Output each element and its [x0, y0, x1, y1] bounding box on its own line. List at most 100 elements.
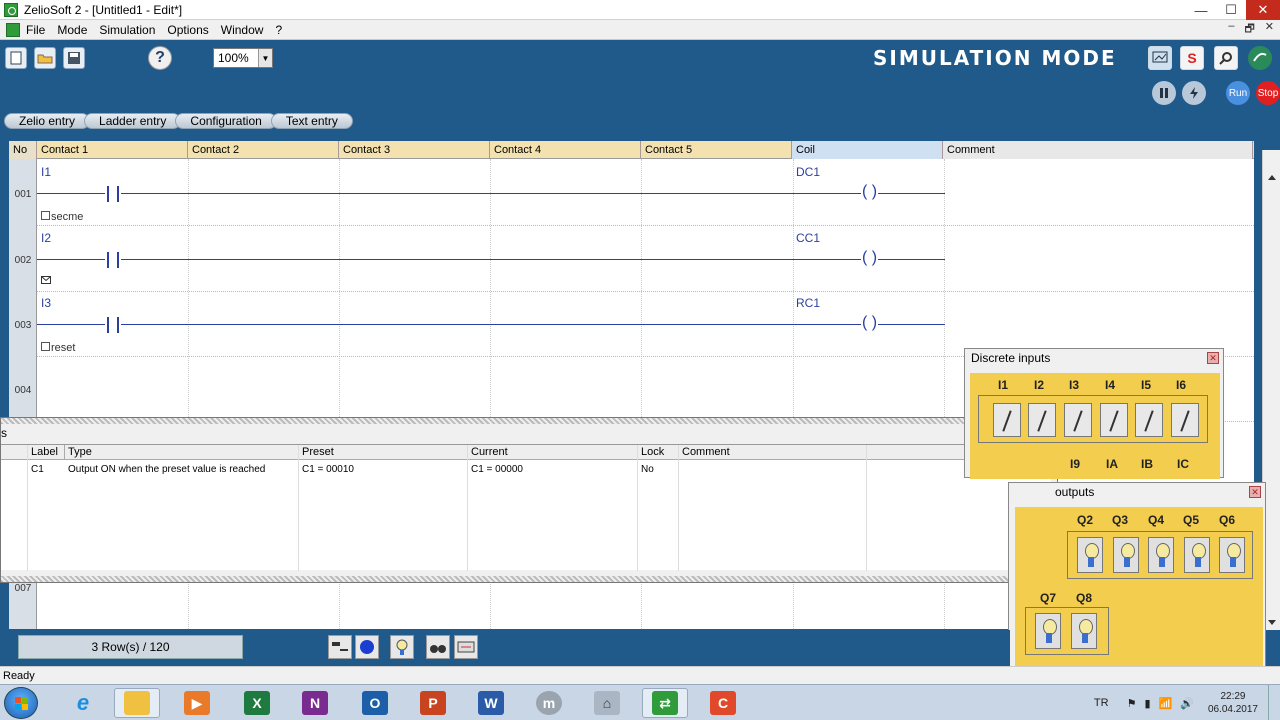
output-label-q3: Q3: [1112, 513, 1129, 527]
contact-symbol[interactable]: [105, 317, 121, 333]
app-c-icon[interactable]: C: [700, 688, 746, 718]
switch-icon[interactable]: [1135, 403, 1163, 437]
checkbox-icon[interactable]: [41, 342, 50, 351]
envelope-icon[interactable]: [41, 275, 51, 287]
output-label-q8: Q8: [1076, 591, 1093, 605]
close-icon[interactable]: ✕: [1207, 352, 1219, 364]
cell-lock[interactable]: No: [638, 462, 679, 477]
stop-button[interactable]: Stop: [1256, 81, 1280, 105]
menu-window[interactable]: Window: [221, 23, 264, 37]
tab-configuration[interactable]: Configuration: [175, 113, 277, 129]
column-divider: [467, 445, 468, 571]
status-text: Ready: [3, 669, 35, 682]
start-button[interactable]: [4, 687, 38, 719]
maximize-button[interactable]: ☐: [1216, 0, 1246, 20]
signal-icon[interactable]: 📶: [1159, 697, 1173, 710]
media-player-icon[interactable]: ▶: [174, 688, 220, 718]
contact-comment-text: secme: [51, 211, 84, 223]
network-icon[interactable]: ▮: [1144, 697, 1150, 710]
menu-simulation[interactable]: Simulation: [99, 23, 155, 37]
flag-icon[interactable]: ⚑: [1127, 697, 1137, 710]
coil-symbol[interactable]: ( ): [861, 183, 879, 201]
input-label-i2: I2: [1034, 378, 1045, 392]
clock[interactable]: 22:29 06.04.2017: [1208, 690, 1258, 716]
app-m-icon[interactable]: m: [526, 688, 572, 718]
menu-help[interactable]: ?: [275, 23, 282, 37]
record-icon[interactable]: [355, 635, 379, 659]
mdi-close-button[interactable]: ✕: [1265, 20, 1274, 39]
menu-file[interactable]: File: [26, 23, 45, 37]
document-icon: [6, 22, 20, 37]
input-label-i1: I1: [998, 378, 1009, 392]
language-indicator[interactable]: TR: [1094, 697, 1109, 709]
cell-type[interactable]: Output ON when the preset value is reach…: [65, 462, 299, 477]
cell-current[interactable]: C1 = 00000: [468, 462, 638, 477]
status-bar: Ready: [0, 666, 1280, 684]
input-label-ic: IC: [1177, 457, 1189, 471]
s-button[interactable]: S: [1180, 46, 1204, 70]
menu-options[interactable]: Options: [167, 23, 208, 37]
coil-symbol[interactable]: ( ): [861, 249, 879, 267]
minimize-button[interactable]: —: [1186, 0, 1216, 20]
open-folder-icon[interactable]: [34, 47, 56, 69]
zeliosoft-taskbar-icon[interactable]: ⇄: [642, 688, 688, 718]
window-bottom-edge: [1, 576, 1059, 582]
column-divider: [678, 445, 679, 571]
chevron-down-icon[interactable]: ▼: [258, 49, 272, 67]
mdi-restore-button[interactable]: 🗗: [1244, 20, 1254, 39]
new-file-icon[interactable]: [5, 47, 27, 69]
menu-mode[interactable]: Mode: [57, 23, 87, 37]
excel-icon[interactable]: X: [234, 688, 280, 718]
simulation-tool-icon[interactable]: [328, 635, 352, 659]
switch-icon[interactable]: [1064, 403, 1092, 437]
checkbox-icon[interactable]: [41, 211, 50, 220]
onenote-icon[interactable]: N: [292, 688, 338, 718]
switch-icon[interactable]: [1028, 403, 1056, 437]
save-icon[interactable]: [63, 47, 85, 69]
clock-tool-icon[interactable]: [454, 635, 478, 659]
pause-icon[interactable]: [1152, 81, 1176, 105]
menu-bar: File Mode Simulation Options Window ? – …: [0, 20, 1280, 40]
coil-symbol[interactable]: ( ): [861, 314, 879, 332]
help-icon[interactable]: ?: [148, 46, 172, 70]
show-desktop-button[interactable]: [1268, 685, 1280, 720]
close-button[interactable]: ✕: [1246, 0, 1280, 20]
power-cut-icon[interactable]: [1182, 81, 1206, 105]
contact-symbol[interactable]: [105, 186, 121, 202]
column-divider: [866, 445, 867, 571]
switch-icon[interactable]: [1100, 403, 1128, 437]
tab-zelio-entry[interactable]: Zelio entry: [4, 113, 91, 129]
file-explorer-icon[interactable]: [114, 688, 160, 718]
rung-line: [37, 193, 945, 194]
home-app-icon[interactable]: ⌂: [584, 688, 630, 718]
function-blocks-table: Label Type Preset Current Lock Comment C…: [1, 444, 1051, 571]
binoculars-icon[interactable]: [426, 635, 450, 659]
bottom-toolbar: 3 Row(s) / 120: [0, 630, 1010, 666]
contact-symbol[interactable]: [105, 252, 121, 268]
tab-ladder-entry[interactable]: Ladder entry: [84, 113, 182, 129]
rung-001[interactable]: I1 secme DC1 ( ): [37, 161, 1254, 226]
tab-text-entry[interactable]: Text entry: [270, 113, 353, 129]
cell-label[interactable]: C1: [28, 462, 65, 477]
internet-explorer-icon[interactable]: e: [60, 688, 106, 718]
volume-icon[interactable]: 🔊: [1180, 697, 1194, 710]
header-contact-1: Contact 1: [37, 141, 188, 159]
zoom-select[interactable]: 100% ▼: [213, 48, 273, 68]
close-icon[interactable]: ✕: [1249, 486, 1261, 498]
word-icon[interactable]: W: [468, 688, 514, 718]
cell-preset[interactable]: C1 = 00010: [299, 462, 468, 477]
outlook-icon[interactable]: O: [352, 688, 398, 718]
rung-002[interactable]: I2 CC1 ( ): [37, 227, 1254, 292]
mdi-minimize-button[interactable]: –: [1228, 20, 1234, 39]
switch-icon[interactable]: [993, 403, 1021, 437]
monitor-icon[interactable]: [1148, 46, 1172, 70]
discrete-inputs-panel: I1 I2 I3 I4 I5 I6 I9 IA IB IC: [970, 373, 1220, 479]
entry-tabs: Zelio entry Ladder entry Configuration T…: [0, 112, 1280, 130]
powerpoint-icon[interactable]: P: [410, 688, 456, 718]
run-button[interactable]: Run: [1226, 81, 1250, 105]
lamp-tool-icon[interactable]: [390, 635, 414, 659]
grid-header: No Contact 1 Contact 2 Contact 3 Contact…: [9, 141, 1254, 159]
search-icon[interactable]: [1214, 46, 1238, 70]
header-label: Label: [28, 445, 65, 460]
switch-icon[interactable]: [1171, 403, 1199, 437]
